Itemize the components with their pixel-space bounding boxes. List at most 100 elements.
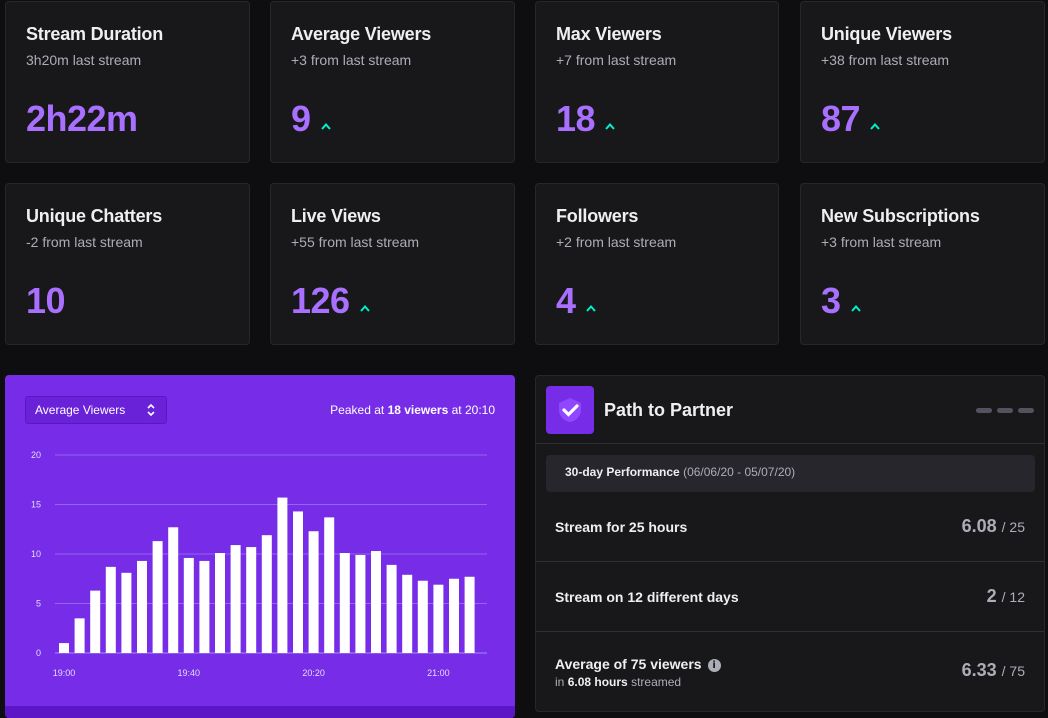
stat-subtitle: +3 from last stream — [821, 234, 942, 250]
x-tick-label: 20:20 — [302, 668, 325, 678]
chart-bar[interactable] — [402, 574, 413, 653]
chart-bar[interactable] — [371, 551, 381, 653]
stat-value: 2h22m — [26, 98, 138, 139]
performance-label: 30-day Performance — [565, 465, 680, 479]
chart-bar[interactable] — [355, 554, 366, 653]
x-tick-label: 19:00 — [53, 668, 76, 678]
stat-card-live-views: Live Views +55 from last stream 126 — [270, 183, 515, 345]
chart-bar[interactable] — [261, 535, 272, 653]
stat-value: 3 — [821, 280, 861, 322]
requirement-stream-days: Stream on 12 different days 2 / 12 — [536, 562, 1044, 632]
chevron-updown-icon — [147, 403, 155, 417]
x-tick-label: 21:00 — [427, 668, 450, 678]
chart-bar[interactable] — [59, 643, 69, 653]
y-tick-label: 15 — [31, 500, 41, 510]
partner-title: Path to Partner — [604, 400, 734, 420]
chart-bar[interactable] — [74, 618, 85, 653]
chart-bar[interactable] — [308, 531, 319, 653]
stat-card-followers: Followers +2 from last stream 4 — [535, 183, 779, 345]
metric-select-value: Average Viewers — [35, 403, 126, 417]
stat-card-unique-viewers: Unique Viewers +38 from last stream 87 — [800, 1, 1045, 163]
partner-badge — [546, 386, 594, 434]
stat-title: Followers — [556, 206, 639, 226]
chart-bar[interactable] — [277, 497, 288, 653]
stat-subtitle: -2 from last stream — [26, 234, 143, 250]
up-arrow-icon — [850, 304, 861, 312]
stat-value: 87 — [821, 98, 880, 140]
stat-value: 9 — [291, 98, 331, 140]
x-tick-label: 19:40 — [178, 668, 201, 678]
stat-title: Unique Chatters — [26, 206, 163, 226]
stat-subtitle: +38 from last stream — [821, 52, 949, 68]
chart-bar[interactable] — [105, 566, 116, 653]
stat-title: Live Views — [291, 206, 381, 226]
stat-value: 18 — [556, 98, 615, 140]
chart-bar[interactable] — [152, 541, 163, 653]
chart-bar[interactable] — [293, 511, 303, 653]
chart-bar[interactable] — [121, 572, 132, 653]
chart-bar[interactable] — [90, 590, 101, 653]
chart-bar[interactable] — [449, 578, 459, 653]
performance-range: (06/06/20 - 05/07/20) — [683, 465, 796, 479]
performance-period: 30-day Performance (06/06/20 - 05/07/20) — [546, 455, 1035, 492]
chart-bar[interactable] — [199, 560, 210, 653]
stat-value: 10 — [26, 280, 66, 321]
stat-title: Average Viewers — [291, 24, 432, 44]
y-tick-label: 10 — [31, 549, 41, 559]
stat-subtitle: +2 from last stream — [556, 234, 677, 250]
chart-bar[interactable] — [137, 560, 147, 653]
stat-title: Max Viewers — [556, 24, 662, 44]
stat-value: 4 — [556, 280, 596, 322]
chart-bar[interactable] — [230, 545, 241, 653]
up-arrow-icon — [359, 304, 370, 312]
stat-subtitle: 3h20m last stream — [26, 52, 142, 68]
chart-footer-strip — [5, 706, 515, 718]
stat-subtitle: +7 from last stream — [556, 52, 677, 68]
peak-summary: Peaked at 18 viewers at 20:10 — [330, 403, 495, 417]
chart-bar[interactable] — [246, 547, 257, 653]
stat-card-unique-chatters: Unique Chatters -2 from last stream 10 — [5, 183, 250, 345]
requirement-stream-hours: Stream for 25 hours 6.08 / 25 — [536, 492, 1044, 562]
stat-title: Stream Duration — [26, 24, 164, 44]
stat-subtitle: +55 from last stream — [291, 234, 419, 250]
requirement-average-viewers: Average of 75 viewers i in 6.08 hours str… — [536, 632, 1044, 702]
up-arrow-icon — [870, 122, 880, 130]
info-icon[interactable]: i — [707, 659, 721, 672]
chart-bar[interactable] — [386, 564, 397, 653]
chart-bar[interactable] — [183, 557, 194, 653]
chart-bar[interactable] — [339, 553, 350, 653]
y-tick-label: 5 — [36, 599, 41, 609]
stat-card-new-subscriptions: New Subscriptions +3 from last stream 3 — [800, 183, 1045, 345]
viewers-bar-chart: 0 5 10 15 20 19:00 19:40 20:20 21:00 — [31, 450, 487, 678]
y-tick-label: 20 — [31, 450, 41, 460]
stat-card-max-viewers: Max Viewers +7 from last stream 18 — [535, 1, 779, 163]
requirement-label: Stream for 25 hours — [555, 519, 688, 535]
peak-value: 18 viewers — [387, 403, 449, 417]
chart-bar[interactable] — [464, 576, 475, 653]
path-to-partner-panel: Path to Partner 30-day Performance (06/0… — [535, 375, 1045, 712]
stat-value: 126 — [291, 280, 370, 322]
chart-bar[interactable] — [433, 584, 444, 653]
requirement-progress: 2 / 12 — [986, 586, 1025, 606]
stat-card-average-viewers: Average Viewers +3 from last stream 9 — [270, 1, 515, 163]
stat-card-stream-duration: Stream Duration 3h20m last stream 2h22m — [5, 1, 250, 163]
chart-bar[interactable] — [215, 553, 225, 653]
up-arrow-icon — [320, 122, 331, 130]
chart-bar[interactable] — [417, 580, 428, 653]
chart-bar[interactable] — [168, 527, 179, 653]
stat-subtitle: +3 from last stream — [291, 52, 412, 68]
stat-title: Unique Viewers — [821, 24, 952, 44]
partner-header: Path to Partner — [536, 376, 1044, 444]
requirement-label: Average of 75 viewers i — [555, 656, 721, 672]
y-tick-label: 0 — [36, 648, 41, 658]
requirement-sublabel: in 6.08 hours streamed — [555, 675, 682, 689]
more-dots-icon[interactable] — [976, 408, 1034, 413]
chart-bar[interactable] — [324, 517, 335, 653]
requirement-progress: 6.08 / 25 — [961, 516, 1025, 536]
viewer-chart-panel: Average Viewers Peaked at 18 viewers at … — [5, 375, 515, 718]
check-icon — [559, 398, 581, 422]
requirement-label: Stream on 12 different days — [555, 589, 739, 605]
metric-select[interactable]: Average Viewers — [25, 396, 167, 424]
stat-title: New Subscriptions — [821, 206, 980, 226]
up-arrow-icon — [605, 122, 615, 130]
